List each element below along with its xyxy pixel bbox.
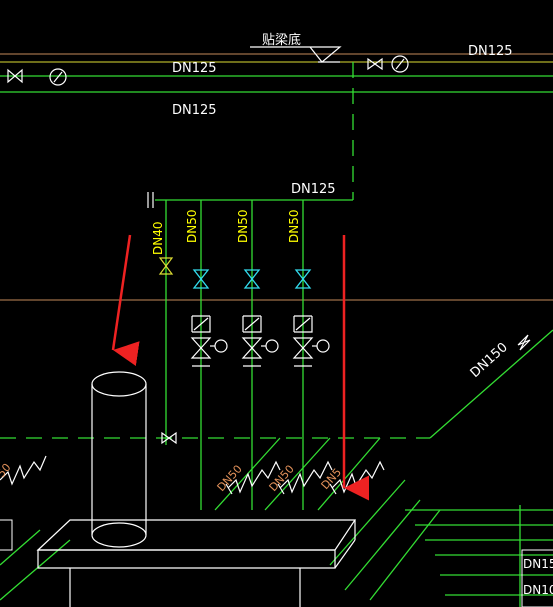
diagonal-lower-5 (344, 499, 421, 591)
diagonal-pipe-right (429, 329, 553, 439)
label-main-second: DN125 (172, 103, 217, 118)
diagonal-lower-6 (369, 509, 441, 601)
pressure-gauge-icon (49, 68, 67, 86)
label-dn150: DN150 (468, 340, 511, 381)
check-valve-assembly-2 (241, 315, 279, 367)
base-slab (36, 519, 357, 607)
label-branch-header: DN125 (291, 182, 336, 197)
cad-drawing-canvas: 贴梁底 DN125 DN125 DN125 DN125 DN40 DN50 DN… (0, 32, 553, 607)
valve-dn150-icon (517, 334, 531, 351)
check-valve-assembly-3 (292, 315, 330, 367)
left-edge-box (0, 519, 13, 551)
left-lower-pipe-2 (0, 539, 71, 601)
pressure-gauge-icon (391, 55, 409, 73)
check-valve-assembly-1 (190, 315, 228, 367)
left-lower-pipe (0, 529, 41, 566)
label-lower-dn5: DN5 (319, 466, 345, 492)
beam-bottom-note: 贴梁底 (262, 32, 301, 48)
label-main-top-right: DN125 (468, 44, 513, 59)
diagonal-lower-4 (329, 479, 406, 566)
label-riser-dn50-1: DN50 (185, 210, 199, 244)
label-riser-dn50-2: DN50 (236, 210, 250, 244)
label-riser-dn40: DN40 (151, 222, 165, 256)
annotation-arrow-left (111, 234, 140, 367)
label-corner-1: DN15 (523, 557, 553, 571)
label-corner-2: DN10 (523, 583, 553, 597)
label-lower-left: 50 (0, 461, 14, 480)
label-main-top-left: DN125 (172, 61, 217, 76)
cylinder-tank-icon (91, 371, 147, 548)
label-riser-dn50-3: DN50 (287, 210, 301, 244)
diagonal-lower-2 (264, 437, 331, 511)
gate-valve-icon (367, 57, 383, 71)
